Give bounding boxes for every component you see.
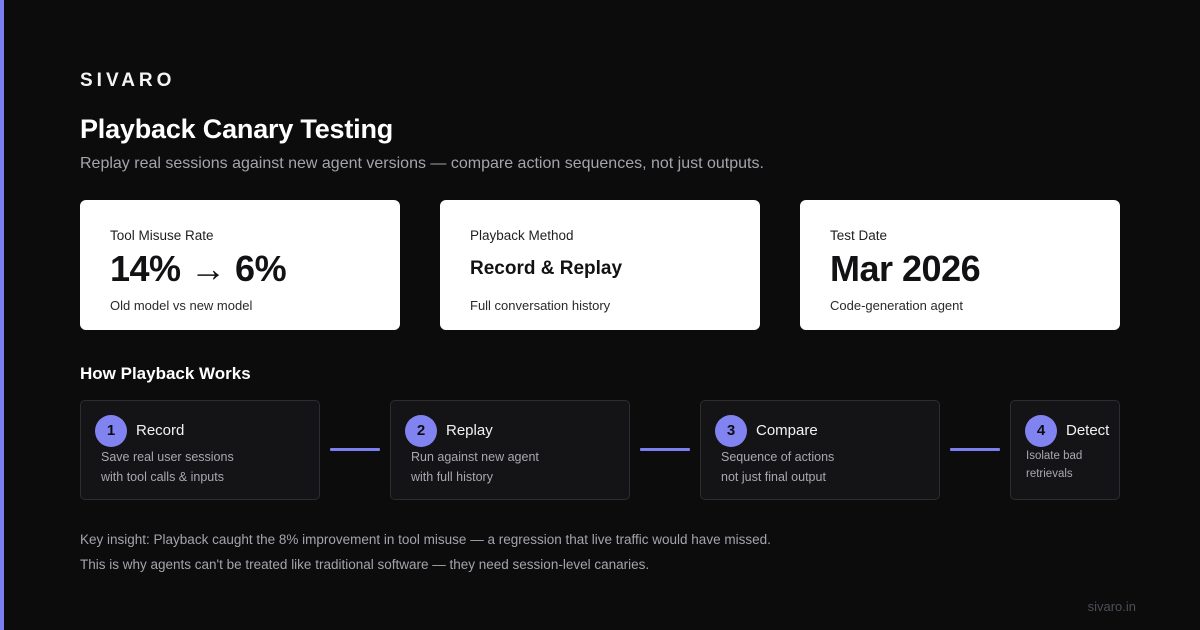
step-replay: 2 Replay Run against new agent with full… bbox=[390, 400, 630, 500]
brand-logo: SIVARO bbox=[80, 70, 176, 91]
key-insight-followup: This is why agents can't be treated like… bbox=[80, 557, 650, 572]
section-title: How Playback Works bbox=[80, 364, 251, 383]
step-description-line: retrievals bbox=[1026, 468, 1073, 480]
step-title: Compare bbox=[756, 422, 818, 439]
step-connector bbox=[640, 448, 690, 451]
step-description-line: with tool calls & inputs bbox=[101, 470, 224, 484]
step-title: Replay bbox=[446, 422, 493, 439]
step-detect: 4 Detect Isolate bad retrievals bbox=[1010, 400, 1120, 500]
step-description-line: Sequence of actions bbox=[721, 450, 835, 464]
step-record: 1 Record Save real user sessions with to… bbox=[80, 400, 320, 500]
stat-card-playback-method: Playback Method Record & Replay Full con… bbox=[440, 200, 760, 330]
card-value: Record & Replay bbox=[470, 258, 623, 279]
page-subtitle: Replay real sessions against new agent v… bbox=[80, 155, 764, 172]
card-value: 14% → 6% bbox=[110, 248, 287, 289]
card-label: Tool Misuse Rate bbox=[110, 228, 214, 243]
step-description-line: Isolate bad bbox=[1026, 450, 1083, 462]
step-description: Save real user sessions with tool calls … bbox=[101, 447, 234, 487]
step-description-line: Run against new agent bbox=[411, 450, 539, 464]
card-note: Old model vs new model bbox=[110, 298, 253, 313]
card-value: Mar 2026 bbox=[830, 248, 981, 289]
step-description-line: not just final output bbox=[721, 470, 826, 484]
accent-bar bbox=[0, 0, 4, 630]
step-number-badge: 3 bbox=[715, 415, 747, 447]
step-number-badge: 1 bbox=[95, 415, 127, 447]
step-description: Sequence of actions not just final outpu… bbox=[721, 447, 834, 487]
stat-card-tool-misuse: Tool Misuse Rate 14% → 6% Old model vs n… bbox=[80, 200, 400, 330]
step-compare: 3 Compare Sequence of actions not just f… bbox=[700, 400, 940, 500]
step-number-badge: 2 bbox=[405, 415, 437, 447]
page-title: Playback Canary Testing bbox=[80, 114, 394, 144]
step-connector bbox=[330, 448, 380, 451]
step-description: Isolate bad retrievals bbox=[1026, 447, 1082, 483]
stat-card-test-date: Test Date Mar 2026 Code-generation agent bbox=[800, 200, 1120, 330]
step-description-line: Save real user sessions bbox=[101, 450, 234, 464]
card-note: Code-generation agent bbox=[830, 298, 963, 313]
footer-url: sivaro.in bbox=[1087, 599, 1136, 614]
step-description-line: with full history bbox=[411, 470, 493, 484]
key-insight-text: Key insight: Playback caught the 8% impr… bbox=[80, 532, 771, 547]
step-connector bbox=[950, 448, 1000, 451]
step-title: Detect bbox=[1066, 422, 1110, 439]
step-description: Run against new agent with full history bbox=[411, 447, 539, 487]
card-note: Full conversation history bbox=[470, 298, 611, 313]
card-label: Playback Method bbox=[470, 228, 574, 243]
step-title: Record bbox=[136, 422, 185, 439]
step-number-badge: 4 bbox=[1025, 415, 1057, 447]
card-label: Test Date bbox=[830, 228, 888, 243]
